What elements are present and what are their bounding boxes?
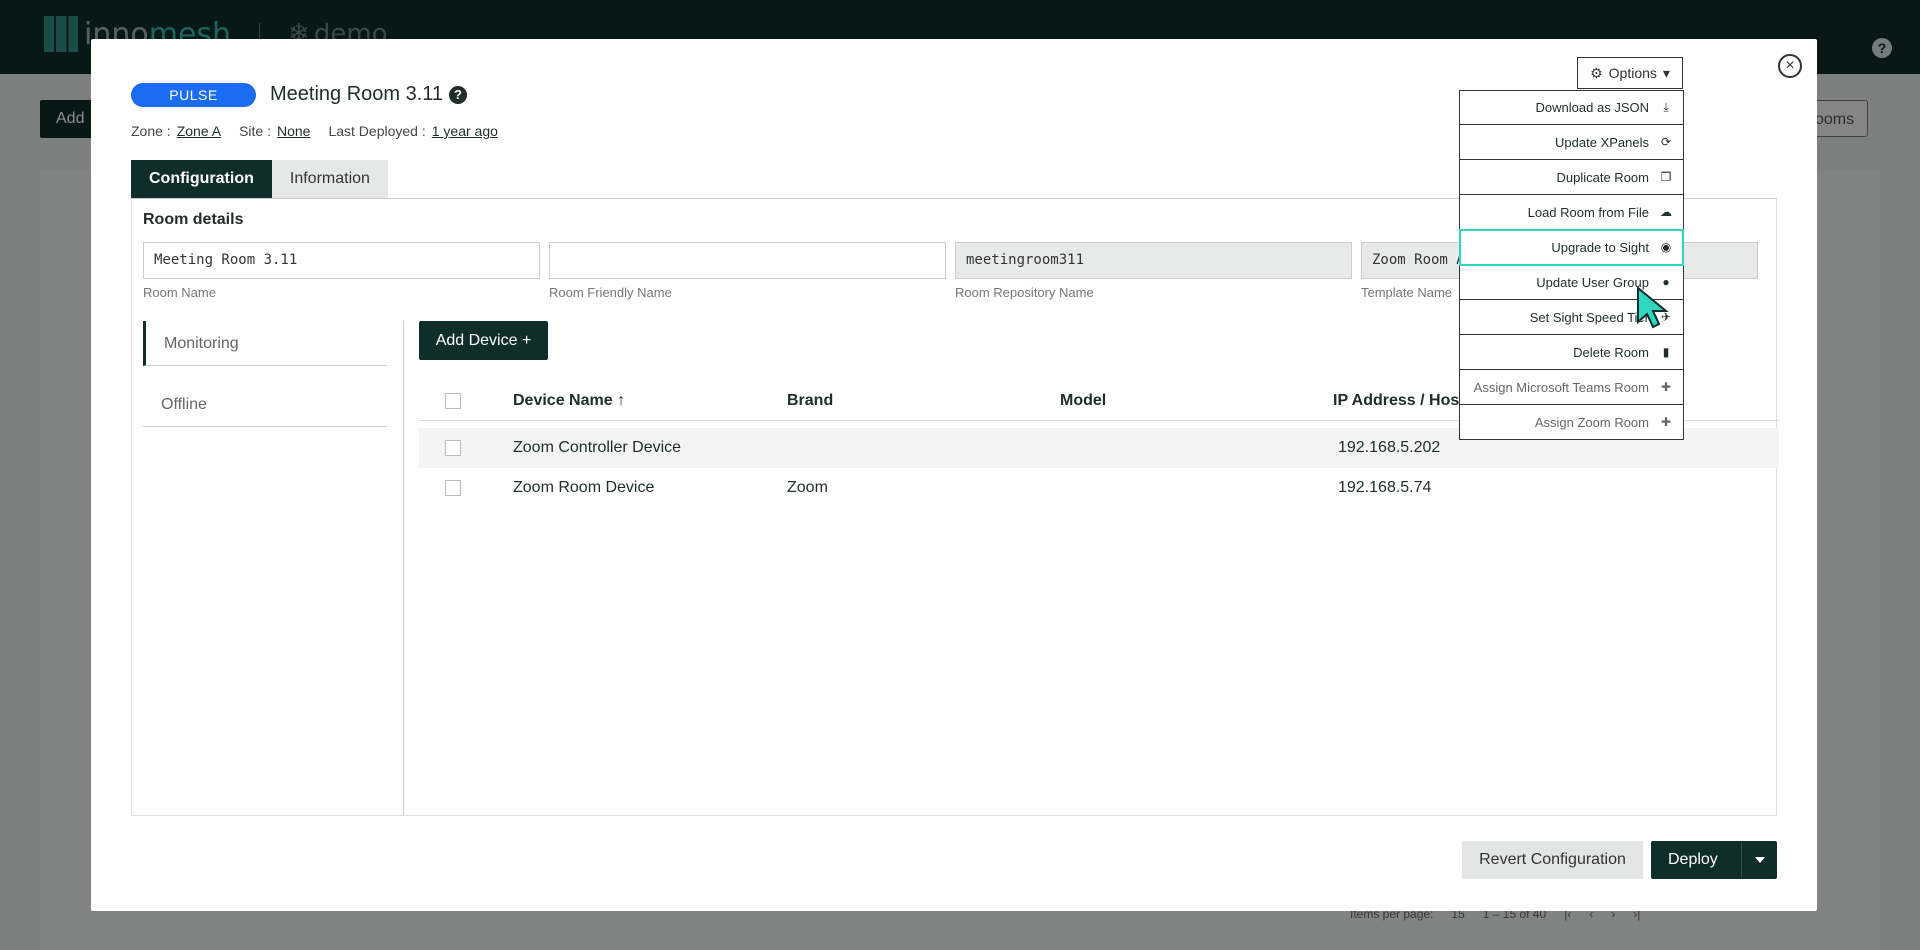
gear-icon: ⚙ bbox=[1590, 64, 1603, 81]
col-device-name[interactable]: Device Name ↑ bbox=[513, 381, 625, 421]
side-divider bbox=[403, 321, 404, 815]
options-menu: Download as JSON ⤓ Update XPanels ⟳ Duplic… bbox=[1459, 90, 1684, 440]
room-name-label: Room Name bbox=[143, 285, 216, 300]
device-name: Zoom Room Device bbox=[513, 479, 655, 496]
room-meta: Zone : Zone A Site : None Last Deployed … bbox=[131, 123, 510, 139]
options-button[interactable]: ⚙ Options ▾ bbox=[1577, 57, 1683, 89]
deployed-link[interactable]: 1 year ago bbox=[432, 123, 498, 139]
deploy-button[interactable]: Deploy bbox=[1651, 841, 1777, 879]
device-ip: 192.168.5.74 bbox=[1338, 479, 1432, 496]
caret-down-icon: ▾ bbox=[1662, 64, 1670, 81]
tab-configuration[interactable]: Configuration bbox=[131, 160, 272, 198]
trash-icon: ▮ bbox=[1662, 345, 1670, 359]
deploy-label: Deploy bbox=[1668, 851, 1718, 868]
menu-load-room-file[interactable]: Load Room from File ☁ bbox=[1460, 195, 1683, 230]
revert-configuration-button[interactable]: Revert Configuration bbox=[1462, 841, 1643, 879]
col-model[interactable]: Model bbox=[1060, 381, 1106, 421]
menu-duplicate-room[interactable]: Duplicate Room ❐ bbox=[1460, 160, 1683, 195]
room-friendly-name-input[interactable] bbox=[549, 242, 946, 279]
room-name-input[interactable]: Meeting Room 3.11 bbox=[143, 242, 540, 279]
room-repository-name-label: Room Repository Name bbox=[955, 285, 1094, 300]
download-icon: ⤓ bbox=[1663, 100, 1669, 114]
mouse-cursor-icon bbox=[1637, 286, 1669, 329]
row-checkbox[interactable] bbox=[445, 440, 461, 456]
zone-link[interactable]: Zone A bbox=[177, 123, 221, 139]
menu-assign-zoom-room[interactable]: Assign Zoom Room ✚ bbox=[1460, 405, 1683, 440]
menu-update-xpanels[interactable]: Update XPanels ⟳ bbox=[1460, 125, 1683, 160]
options-label: Options bbox=[1608, 65, 1657, 81]
menu-delete-room[interactable]: Delete Room ▮ bbox=[1460, 335, 1683, 370]
deploy-divider bbox=[1741, 841, 1742, 879]
room-title: Meeting Room 3.11 bbox=[270, 83, 444, 105]
close-icon[interactable]: × bbox=[1778, 54, 1802, 78]
room-friendly-name-label: Room Friendly Name bbox=[549, 285, 672, 300]
site-label: Site : bbox=[239, 123, 271, 139]
menu-upgrade-sight[interactable]: Upgrade to Sight ◉ bbox=[1459, 229, 1684, 266]
user-plus-icon: ✚ bbox=[1660, 380, 1672, 394]
caret-down-icon[interactable] bbox=[1755, 857, 1765, 863]
refresh-icon: ⟳ bbox=[1660, 135, 1672, 149]
col-brand[interactable]: Brand bbox=[787, 381, 833, 421]
template-name-label: Template Name bbox=[1361, 285, 1453, 300]
device-brand: Zoom bbox=[787, 479, 828, 496]
room-repository-name-input: meetingroom311 bbox=[955, 242, 1352, 279]
deployed-label: Last Deployed : bbox=[328, 123, 426, 139]
zone-label: Zone : bbox=[131, 123, 171, 139]
select-all-checkbox[interactable] bbox=[445, 393, 461, 409]
side-item-monitoring[interactable]: Monitoring bbox=[143, 321, 387, 366]
copy-icon: ❐ bbox=[1660, 170, 1672, 184]
user-plus-icon: ✚ bbox=[1660, 415, 1672, 429]
table-row[interactable]: Zoom Room Device Zoom 192.168.5.74 bbox=[419, 468, 1779, 508]
product-badge: PULSE bbox=[131, 83, 256, 107]
tab-bar: Configuration Information bbox=[131, 160, 388, 198]
side-item-offline[interactable]: Offline bbox=[143, 382, 387, 427]
add-device-button[interactable]: Add Device + bbox=[419, 321, 548, 360]
cloud-upload-icon: ☁ bbox=[1660, 205, 1672, 219]
device-ip: 192.168.5.202 bbox=[1338, 439, 1441, 456]
eye-icon: ◉ bbox=[1660, 240, 1672, 254]
question-icon[interactable]: ? bbox=[449, 86, 467, 104]
room-details-title: Room details bbox=[143, 211, 244, 228]
row-checkbox[interactable] bbox=[445, 480, 461, 496]
device-name: Zoom Controller Device bbox=[513, 439, 682, 456]
tab-information[interactable]: Information bbox=[271, 160, 388, 198]
site-link[interactable]: None bbox=[277, 123, 310, 139]
menu-assign-teams-room[interactable]: Assign Microsoft Teams Room ✚ bbox=[1460, 370, 1683, 405]
menu-download-json[interactable]: Download as JSON ⤓ bbox=[1460, 90, 1683, 125]
